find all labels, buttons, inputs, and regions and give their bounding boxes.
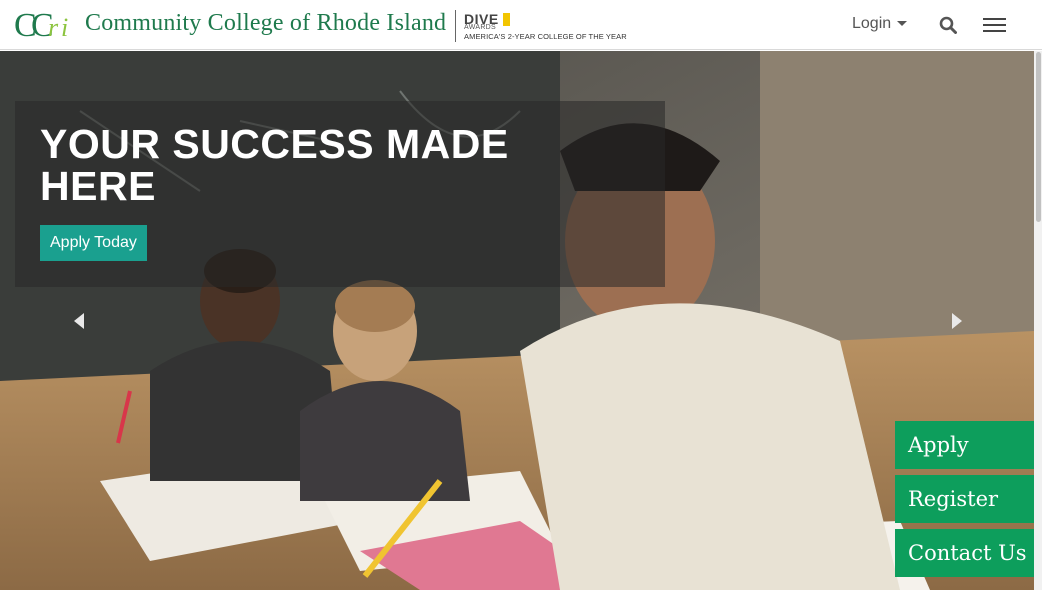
carousel-next-icon[interactable] [946, 309, 966, 333]
apply-today-button[interactable]: Apply Today [40, 225, 147, 261]
hamburger-menu-icon[interactable] [983, 18, 1007, 34]
svg-text:r: r [48, 13, 59, 42]
quick-links: Apply Register Contact Us [895, 421, 1034, 583]
hero-headline: YOUR SUCCESS MADE HERE [40, 121, 509, 209]
dive-tagline: AMERICA'S 2-YEAR COLLEGE OF THE YEAR [464, 32, 627, 41]
quick-link-contact-us[interactable]: Contact Us [895, 529, 1034, 577]
scrollbar-thumb[interactable] [1036, 52, 1041, 222]
quick-link-apply[interactable]: Apply [895, 421, 1034, 469]
svg-text:i: i [61, 13, 68, 42]
dive-subtitle: AWARDS [464, 24, 497, 31]
quick-link-register[interactable]: Register [895, 475, 1034, 523]
college-name[interactable]: Community College of Rhode Island [85, 10, 446, 37]
caret-down-icon [897, 20, 908, 26]
search-icon[interactable] [939, 16, 957, 34]
dive-flag-icon [503, 13, 510, 26]
ccri-logo-icon[interactable]: C C r i [14, 6, 76, 44]
hero-caption: YOUR SUCCESS MADE HERE Apply Today [15, 101, 665, 287]
dive-awards-badge: DIVE AWARDS AMERICA'S 2-YEAR COLLEGE OF … [464, 11, 639, 41]
hero-carousel: YOUR SUCCESS MADE HERE Apply Today Apply… [0, 51, 1034, 590]
login-label: Login [852, 15, 892, 32]
site-header: C C r i Community College of Rhode Islan… [0, 0, 1042, 50]
divider [455, 10, 456, 42]
carousel-prev-icon[interactable] [70, 309, 90, 333]
login-dropdown[interactable]: Login [852, 15, 908, 33]
